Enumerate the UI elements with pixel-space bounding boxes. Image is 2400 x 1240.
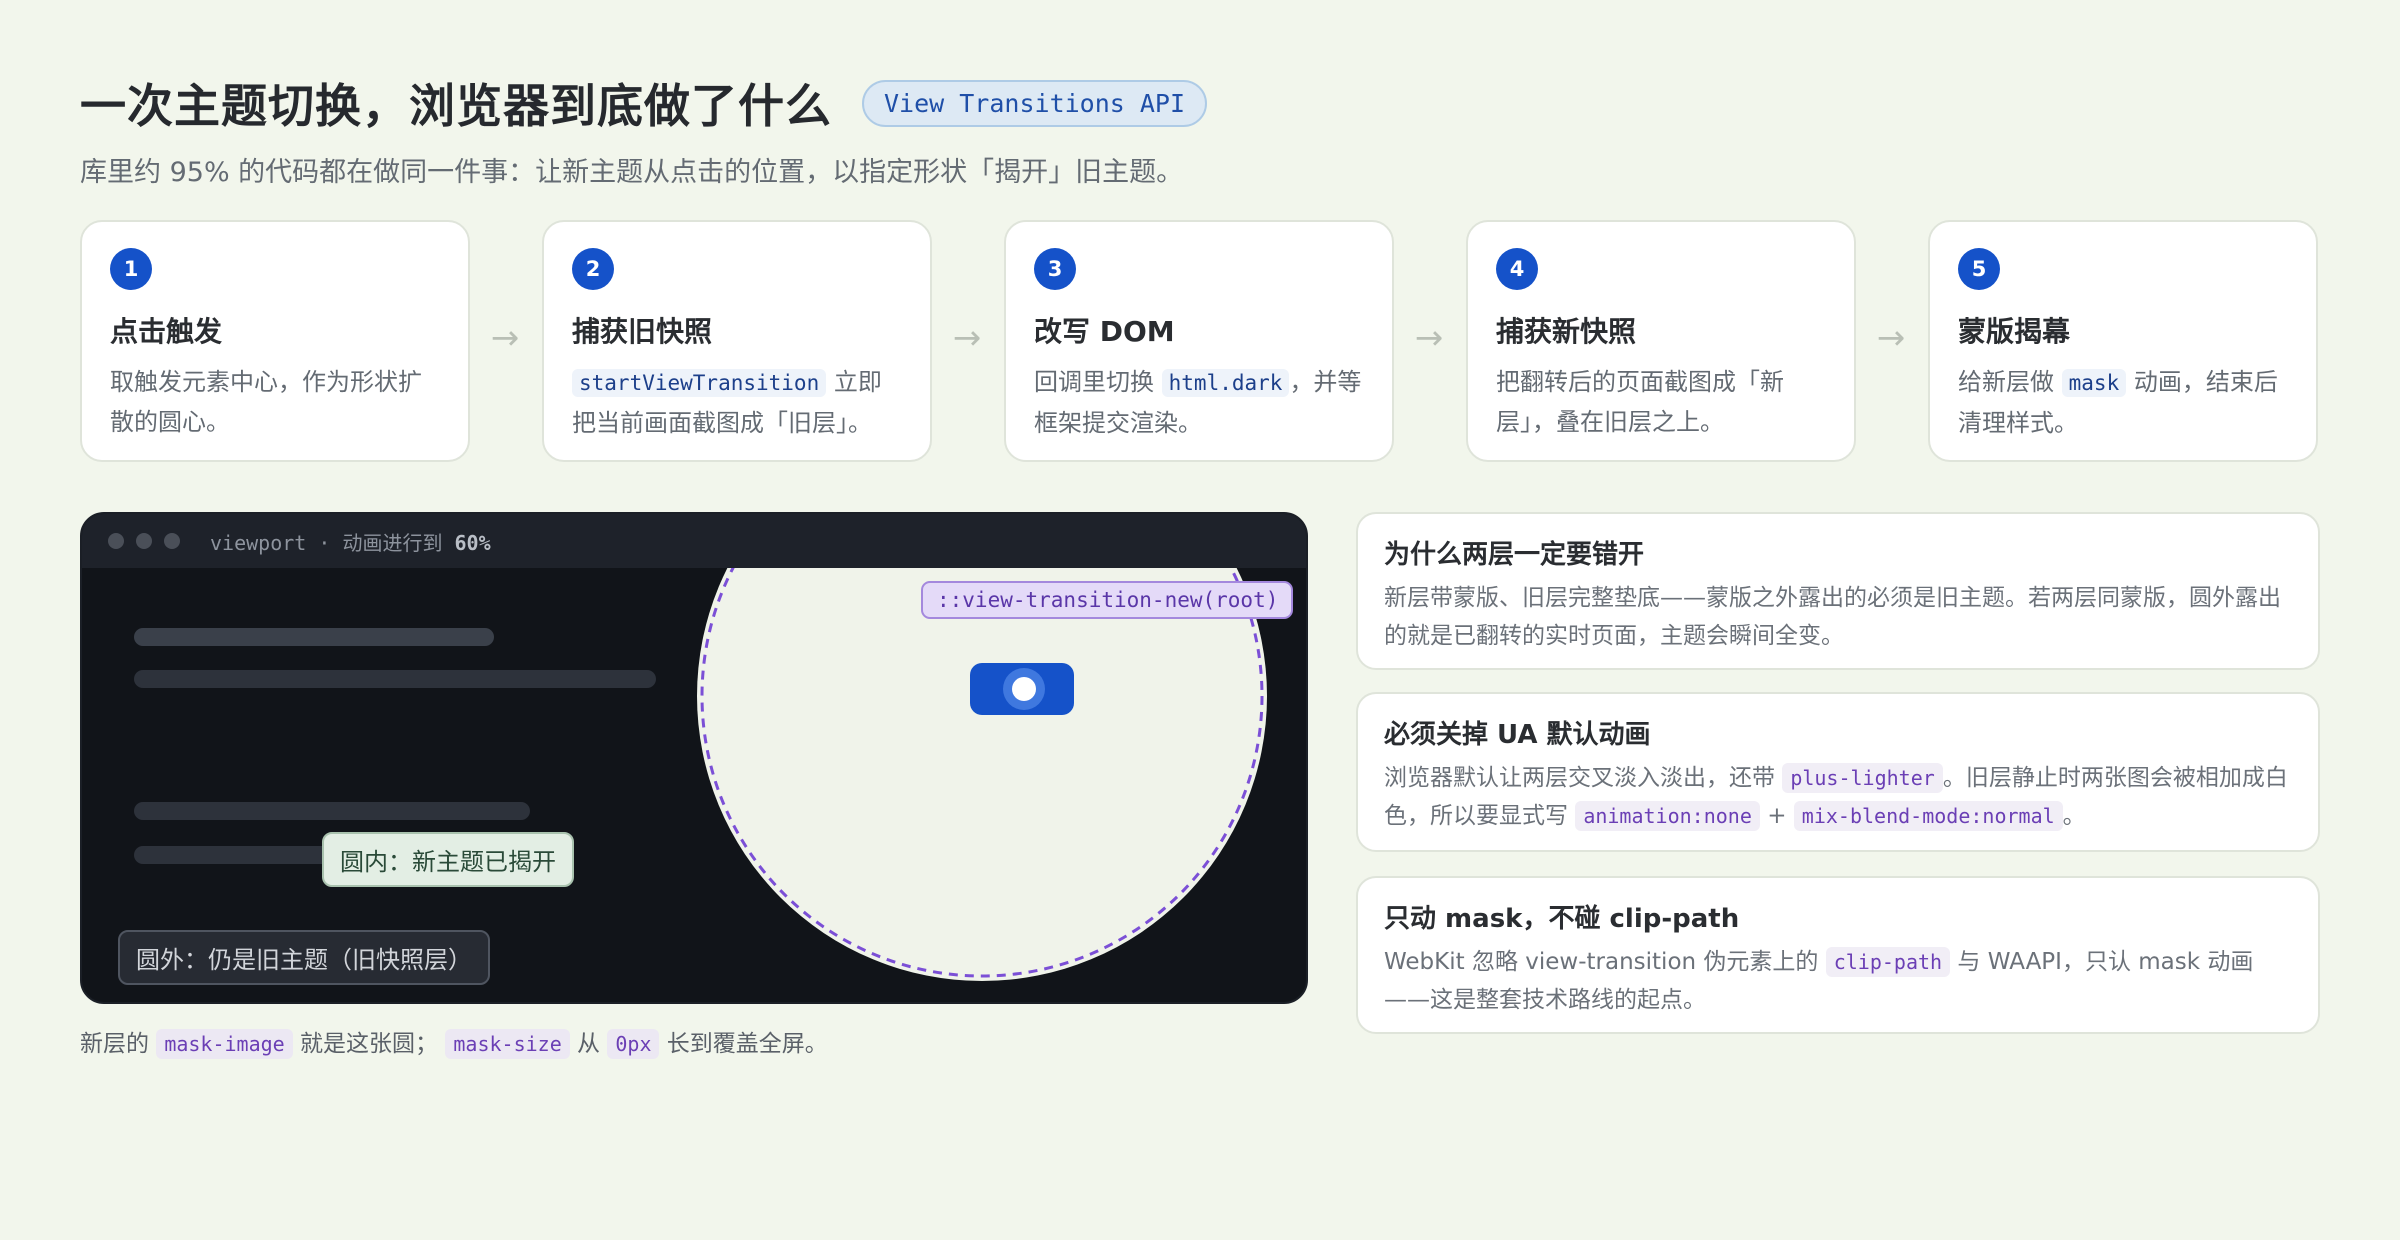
step-number: 5: [1958, 248, 2000, 290]
window-dot-icon: [136, 533, 152, 549]
caption-code: mask-image: [156, 1029, 293, 1059]
note-card-offset-layers: 为什么两层一定要错开 新层带蒙版、旧层完整垫底——蒙版之外露出的必须是旧主题。若…: [1356, 512, 2320, 670]
caption-code: 0px: [607, 1029, 660, 1059]
note-text: WebKit 忽略 view-transition 伪元素上的: [1384, 949, 1826, 975]
caption-text: 长到覆盖全屏。: [659, 1031, 828, 1057]
note-body: 新层带蒙版、旧层完整垫底——蒙版之外露出的必须是旧主题。若两层同蒙版，圆外露出的…: [1384, 585, 2281, 649]
step-code: html.dark: [1161, 369, 1290, 397]
arrow-icon: →: [952, 318, 982, 358]
page-title: 一次主题切换，浏览器到底做了什么: [80, 79, 832, 133]
note-body: 浏览器默认让两层交叉淡入淡出，还带 plus-lighter 。旧层静止时两张图会…: [1384, 759, 2292, 835]
step-desc: 取触发元素中心，作为形状扩散的圆心。: [110, 362, 440, 442]
note-code: clip-path: [1825, 947, 1951, 977]
arrow-icon: →: [1876, 318, 1906, 358]
step-desc-text: 取触发元素中心，作为形状扩散的圆心。: [110, 368, 422, 436]
step-code: mask: [2061, 369, 2127, 397]
step-desc-text: 回调里切换: [1034, 368, 1162, 396]
window-dot-icon: [108, 533, 124, 549]
step-desc-text: 给新层做: [1958, 368, 2062, 396]
header: 一次主题切换，浏览器到底做了什么 View Transitions API 库里…: [80, 68, 2320, 189]
toggle-knob: [1012, 677, 1036, 701]
note-text: +: [1759, 803, 1794, 829]
step-title: 捕获旧快照: [572, 315, 713, 348]
step-desc: 给新层做 mask 动画，结束后清理样式。: [1958, 362, 2288, 443]
viewport-label-text: viewport · 动画进行到: [210, 530, 455, 555]
steps-flow: 1 点击触发 取触发元素中心，作为形状扩散的圆心。 → 2 捕获旧快照 star…: [80, 220, 2320, 466]
step-desc: startViewTransition 立即把当前画面截图成「旧层」。: [572, 362, 902, 443]
step-title: 捕获新快照: [1496, 315, 1637, 348]
api-badge: View Transitions API: [862, 79, 1208, 127]
step-card-4: 4 捕获新快照 把翻转后的页面截图成「新层」，叠在旧层之上。: [1466, 220, 1856, 462]
step-code: startViewTransition: [572, 369, 827, 397]
inside-label: 圆内：新主题已揭开: [322, 832, 574, 887]
step-card-3: 3 改写 DOM 回调里切换 html.dark ，并等框架提交渲染。: [1004, 220, 1394, 462]
step-title: 点击触发: [110, 315, 223, 348]
viewport-caption: 新层的 mask-image 就是这张圆； mask-size 从 0px 长到…: [80, 1024, 828, 1059]
step-number: 3: [1034, 248, 1076, 290]
caption-code: mask-size: [445, 1029, 570, 1059]
arrow-icon: →: [490, 318, 520, 358]
note-title: 为什么两层一定要错开: [1384, 540, 1645, 570]
note-text: 。: [2062, 803, 2086, 829]
step-desc-text: 把翻转后的页面截图成「新层」，叠在旧层之上。: [1496, 368, 1784, 436]
step-card-1: 1 点击触发 取触发元素中心，作为形状扩散的圆心。: [80, 220, 470, 462]
viewport-progress: 60%: [454, 530, 491, 555]
viewport-titlebar: viewport · 动画进行到 60%: [82, 514, 1306, 568]
step-number: 1: [110, 248, 152, 290]
arrow-icon: →: [1414, 318, 1444, 358]
window-dot-icon: [164, 533, 180, 549]
note-card-ua-animation: 必须关掉 UA 默认动画 浏览器默认让两层交叉淡入淡出，还带 plus-ligh…: [1356, 692, 2320, 852]
note-code: mix-blend-mode:normal: [1793, 801, 2063, 831]
step-card-2: 2 捕获旧快照 startViewTransition 立即把当前画面截图成「旧…: [542, 220, 932, 462]
outside-label: 圆外：仍是旧主题（旧快照层）: [118, 930, 490, 985]
note-title: 必须关掉 UA 默认动画: [1384, 720, 1651, 750]
note-code: animation:none: [1575, 801, 1760, 831]
step-title: 改写 DOM: [1034, 315, 1175, 348]
note-text: 浏览器默认让两层交叉淡入淡出，还带: [1384, 765, 1783, 791]
step-desc: 把翻转后的页面截图成「新层」，叠在旧层之上。: [1496, 362, 1826, 442]
viewport-label: viewport · 动画进行到 60%: [210, 527, 491, 556]
caption-text: 新层的: [80, 1031, 157, 1057]
step-card-5: 5 蒙版揭幕 给新层做 mask 动画，结束后清理样式。: [1928, 220, 2318, 462]
page-subtitle: 库里约 95% 的代码都在做同一件事：让新主题从点击的位置，以指定形状「揭开」旧…: [80, 157, 1184, 188]
viewport-illustration: ::view-transition-new(root) viewport · 动…: [80, 512, 1308, 1004]
caption-text: 从: [569, 1031, 608, 1057]
pseudo-element-tag: ::view-transition-new(root): [937, 588, 1278, 612]
step-desc: 回调里切换 html.dark ，并等框架提交渲染。: [1034, 362, 1364, 443]
step-title: 蒙版揭幕: [1958, 315, 2071, 348]
note-title: 只动 mask，不碰 clip-path: [1384, 904, 1740, 934]
step-number: 4: [1496, 248, 1538, 290]
title-row: 一次主题切换，浏览器到底做了什么 View Transitions API: [80, 68, 2320, 138]
caption-text: 就是这张圆；: [292, 1031, 446, 1057]
step-number: 2: [572, 248, 614, 290]
note-body: WebKit 忽略 view-transition 伪元素上的 clip-pat…: [1384, 943, 2292, 1019]
note-card-mask-only: 只动 mask，不碰 clip-path WebKit 忽略 view-tran…: [1356, 876, 2320, 1034]
note-code: plus-lighter: [1782, 763, 1943, 793]
